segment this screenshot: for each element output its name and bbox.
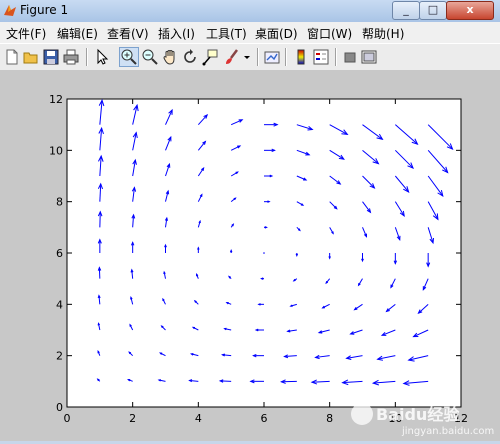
toolbar-separator bbox=[257, 48, 259, 66]
matlab-logo-icon bbox=[3, 3, 17, 17]
menu-help[interactable]: 帮助(H) bbox=[362, 25, 404, 42]
baidu-watermark: Baidu经验 jingyan.baidu.com bbox=[348, 398, 498, 438]
y-tick-label: 4 bbox=[56, 298, 63, 311]
hide-plot-tools-icon[interactable] bbox=[341, 48, 359, 66]
save-icon[interactable] bbox=[42, 48, 60, 66]
toolbar-separator bbox=[86, 48, 88, 66]
x-tick-label: 8 bbox=[326, 412, 333, 425]
zoom-in-icon[interactable] bbox=[119, 47, 139, 67]
y-tick-label: 10 bbox=[49, 144, 63, 157]
menu-edit[interactable]: 编辑(E) bbox=[57, 25, 98, 42]
pan-hand-icon[interactable] bbox=[161, 48, 179, 66]
x-tick-label: 4 bbox=[195, 412, 202, 425]
y-tick-label: 2 bbox=[56, 350, 63, 363]
y-tick-label: 0 bbox=[56, 401, 63, 414]
minimize-button[interactable]: _ bbox=[392, 1, 420, 20]
quiver-plot: 024681012024681012 bbox=[0, 70, 500, 441]
rotate-3d-icon[interactable] bbox=[181, 48, 199, 66]
x-tick-label: 6 bbox=[261, 412, 268, 425]
menu-desktop[interactable]: 桌面(D) bbox=[255, 25, 298, 42]
window-titlebar: Figure 1 _ □ x bbox=[0, 0, 500, 23]
select-arrow-icon[interactable] bbox=[93, 48, 111, 66]
print-icon[interactable] bbox=[62, 48, 80, 66]
toolbar-separator bbox=[335, 48, 337, 66]
toolbar-separator bbox=[285, 48, 287, 66]
watermark-main: Baidu经验 bbox=[376, 405, 460, 424]
y-tick-label: 8 bbox=[56, 196, 63, 209]
zoom-out-icon[interactable] bbox=[141, 48, 159, 66]
insert-colorbar-icon[interactable] bbox=[292, 48, 310, 66]
quiver-arrow-dot bbox=[263, 252, 265, 254]
y-tick-label: 6 bbox=[56, 247, 63, 260]
quiver-arrow bbox=[263, 252, 265, 254]
new-figure-icon[interactable] bbox=[3, 48, 21, 66]
brush-icon[interactable] bbox=[223, 48, 241, 66]
figure-toolbar bbox=[0, 43, 500, 71]
data-cursor-icon[interactable] bbox=[201, 48, 219, 66]
y-tick-label: 12 bbox=[49, 93, 63, 106]
maximize-button[interactable]: □ bbox=[419, 1, 447, 20]
close-button[interactable]: x bbox=[446, 1, 494, 20]
menu-bar: 文件(F) 编辑(E) 查看(V) 插入(I) 工具(T) 桌面(D) 窗口(W… bbox=[0, 22, 500, 43]
show-plot-tools-icon[interactable] bbox=[360, 48, 378, 66]
menu-tools[interactable]: 工具(T) bbox=[206, 25, 247, 42]
menu-insert[interactable]: 插入(I) bbox=[158, 25, 195, 42]
link-plot-icon[interactable] bbox=[263, 48, 281, 66]
open-file-icon[interactable] bbox=[22, 48, 40, 66]
insert-legend-icon[interactable] bbox=[312, 48, 330, 66]
figure-canvas: 024681012024681012 bbox=[0, 70, 500, 441]
menu-view[interactable]: 查看(V) bbox=[107, 25, 149, 42]
watermark-sub: jingyan.baidu.com bbox=[401, 426, 494, 437]
menu-window[interactable]: 窗口(W) bbox=[307, 25, 352, 42]
brush-dropdown-icon[interactable] bbox=[242, 48, 252, 66]
x-tick-label: 0 bbox=[64, 412, 71, 425]
window-title: Figure 1 bbox=[20, 3, 68, 17]
x-tick-label: 2 bbox=[129, 412, 136, 425]
menu-file[interactable]: 文件(F) bbox=[6, 25, 46, 42]
